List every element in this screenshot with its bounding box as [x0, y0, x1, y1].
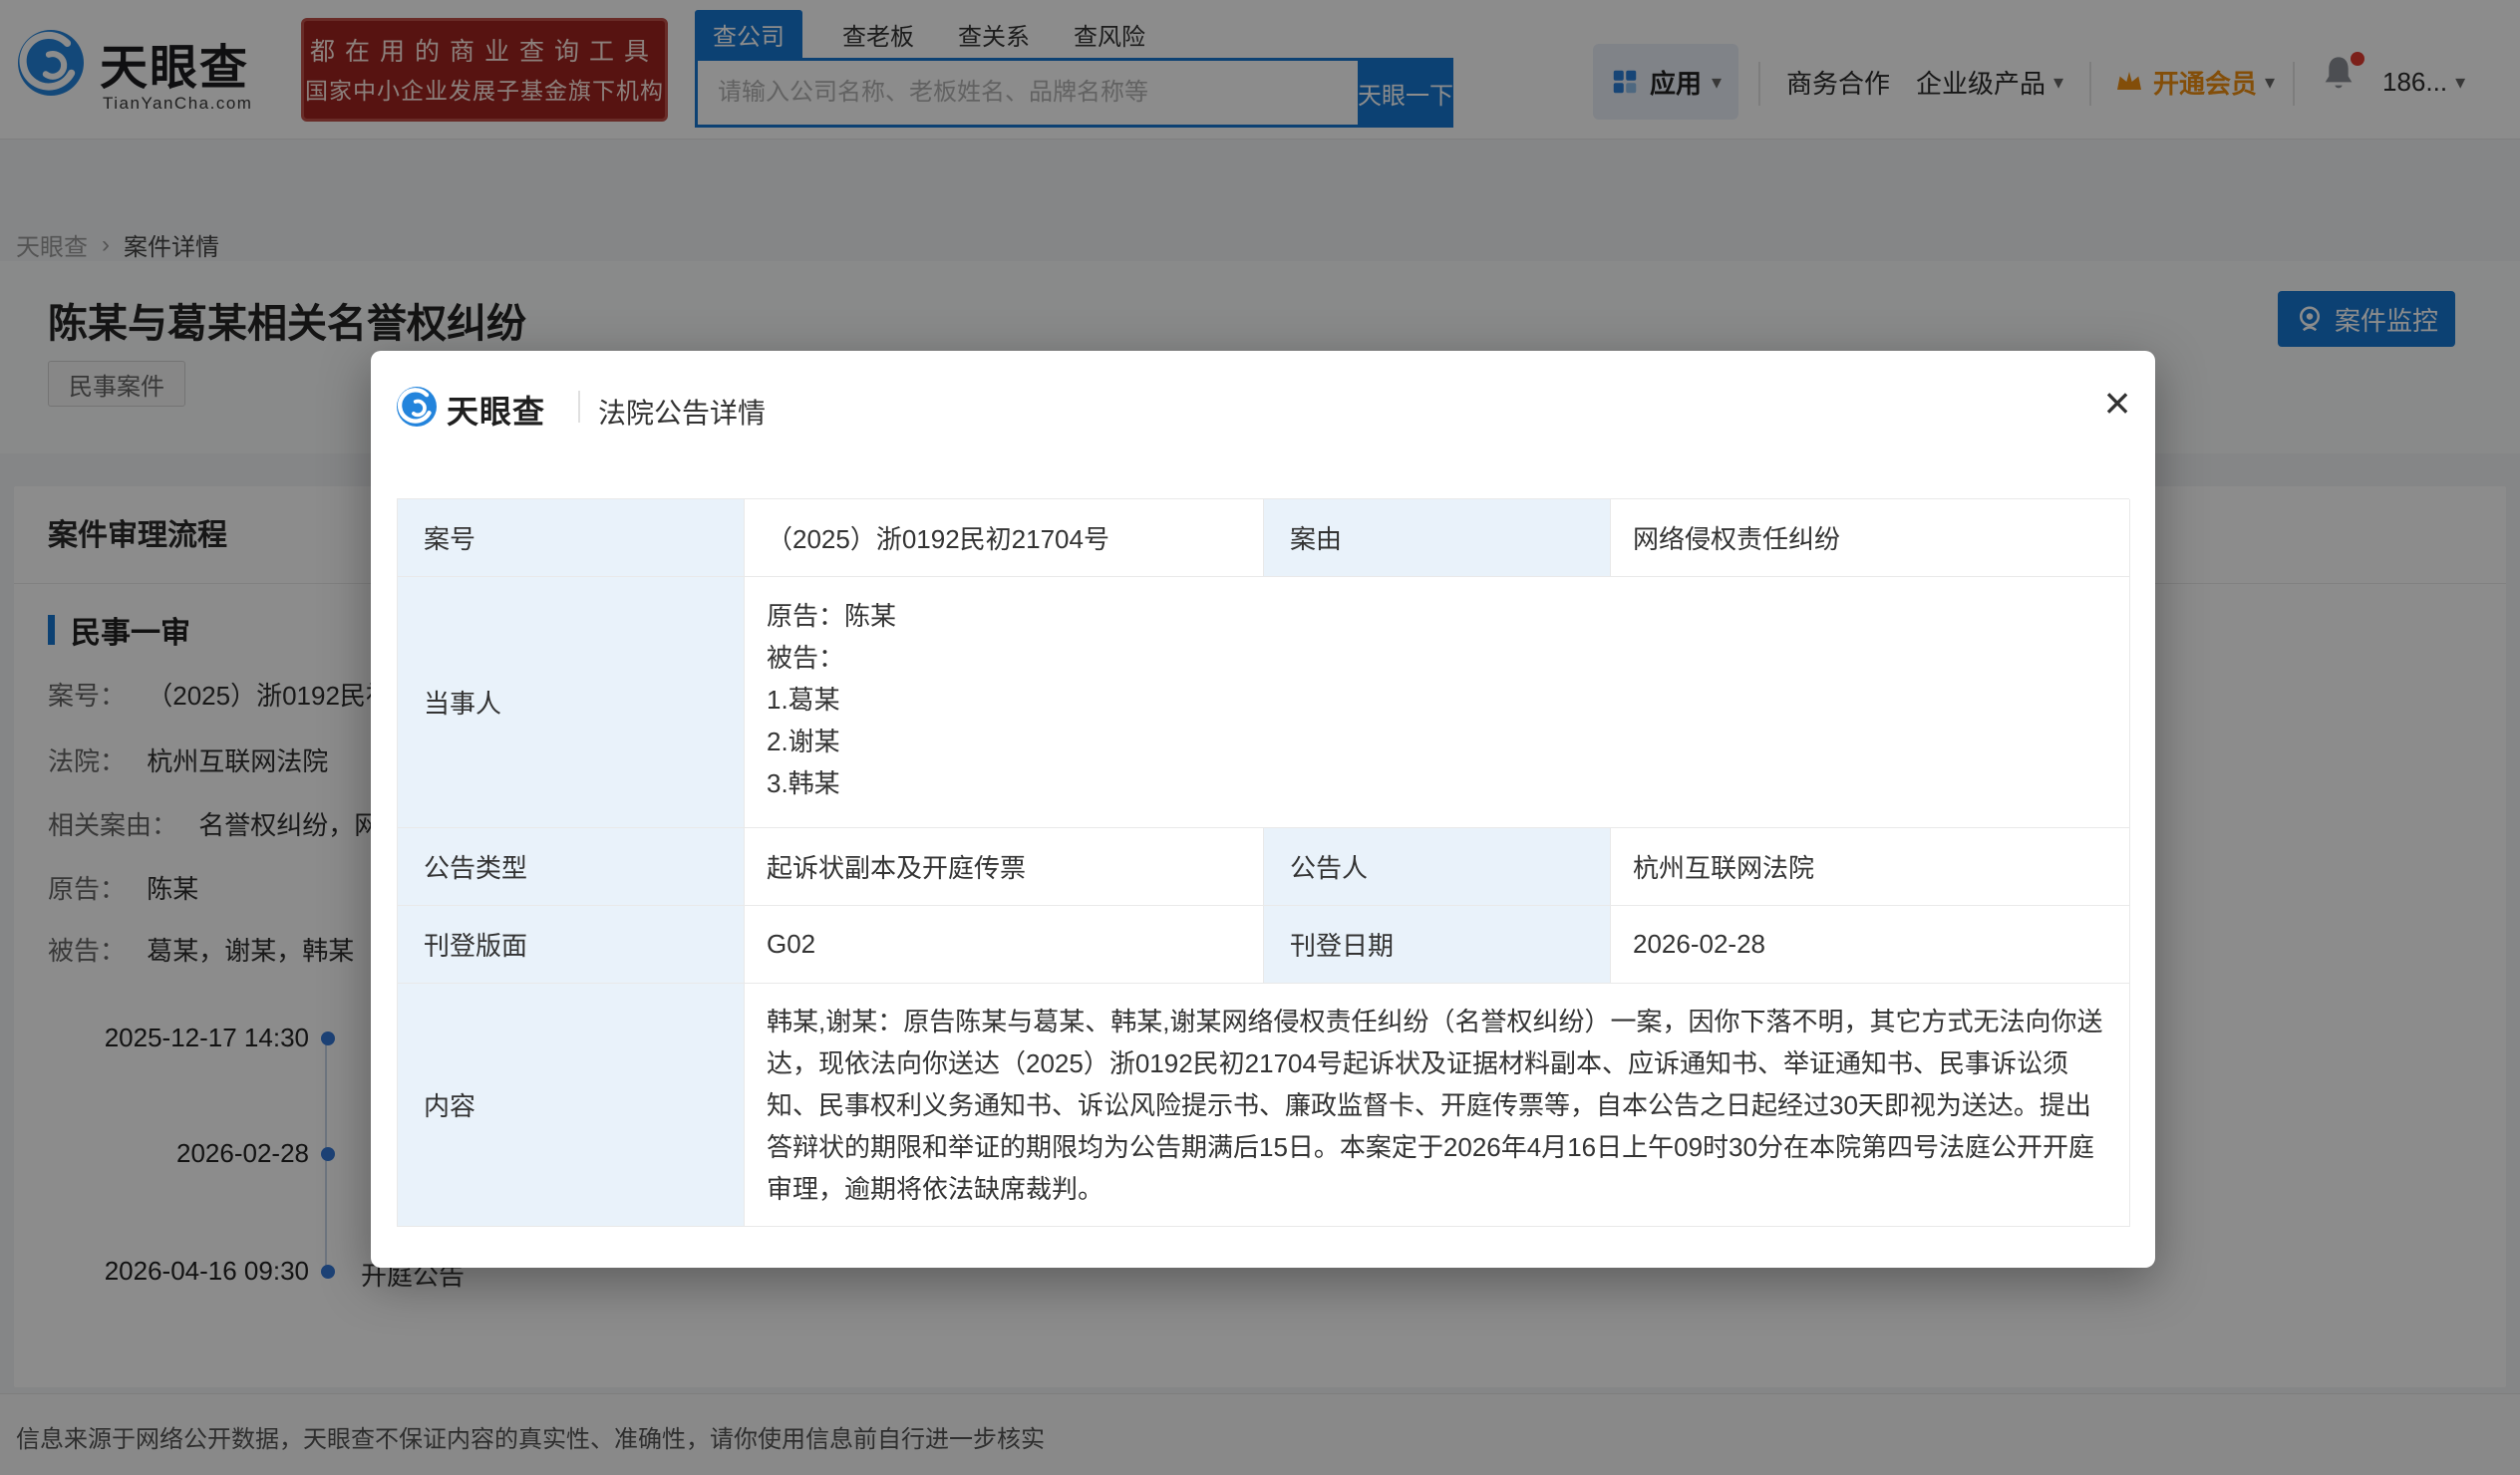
- publish-date-label: 刊登日期: [1264, 906, 1611, 984]
- party-line: 2.谢某: [767, 721, 2107, 762]
- cause-value: 网络侵权责任纠纷: [1611, 499, 2130, 577]
- tianyancha-logo-icon: [397, 387, 437, 427]
- publish-page-label: 刊登版面: [398, 906, 745, 984]
- close-icon[interactable]: ×: [2087, 373, 2147, 433]
- content-value: 韩某,谢某：原告陈某与葛某、韩某,谢某网络侵权责任纠纷（名誉权纠纷）一案，因你下…: [745, 984, 2130, 1227]
- announcement-table: 案号 （2025）浙0192民初21704号 案由 网络侵权责任纠纷 当事人 原…: [397, 498, 2129, 1227]
- publish-page-value: G02: [745, 906, 1264, 984]
- party-line: 原告：陈某: [767, 595, 2107, 637]
- court-announcement-modal: 天眼查 法院公告详情 × 案号 （2025）浙0192民初21704号 案由 网…: [371, 351, 2155, 1268]
- announcement-type-value: 起诉状副本及开庭传票: [745, 828, 1264, 906]
- party-label: 当事人: [398, 577, 745, 828]
- cause-label: 案由: [1264, 499, 1611, 577]
- party-line: 1.葛某: [767, 679, 2107, 721]
- case-number-value: （2025）浙0192民初21704号: [745, 499, 1264, 577]
- party-value: 原告：陈某 被告： 1.葛某 2.谢某 3.韩某: [745, 577, 2130, 828]
- party-line: 3.韩某: [767, 762, 2107, 804]
- content-text: 韩某,谢某：原告陈某与葛某、韩某,谢某网络侵权责任纠纷（名誉权纠纷）一案，因你下…: [767, 993, 2107, 1218]
- announcement-type-label: 公告类型: [398, 828, 745, 906]
- modal-title: 法院公告详情: [598, 392, 766, 432]
- announcer-value: 杭州互联网法院: [1611, 828, 2130, 906]
- party-line: 被告：: [767, 637, 2107, 679]
- publish-date-value: 2026-02-28: [1611, 906, 2130, 984]
- modal-brand: 天眼查: [447, 387, 545, 433]
- case-number-label: 案号: [398, 499, 745, 577]
- content-label: 内容: [398, 984, 745, 1227]
- announcer-label: 公告人: [1264, 828, 1611, 906]
- modal-header-divider: [578, 391, 580, 423]
